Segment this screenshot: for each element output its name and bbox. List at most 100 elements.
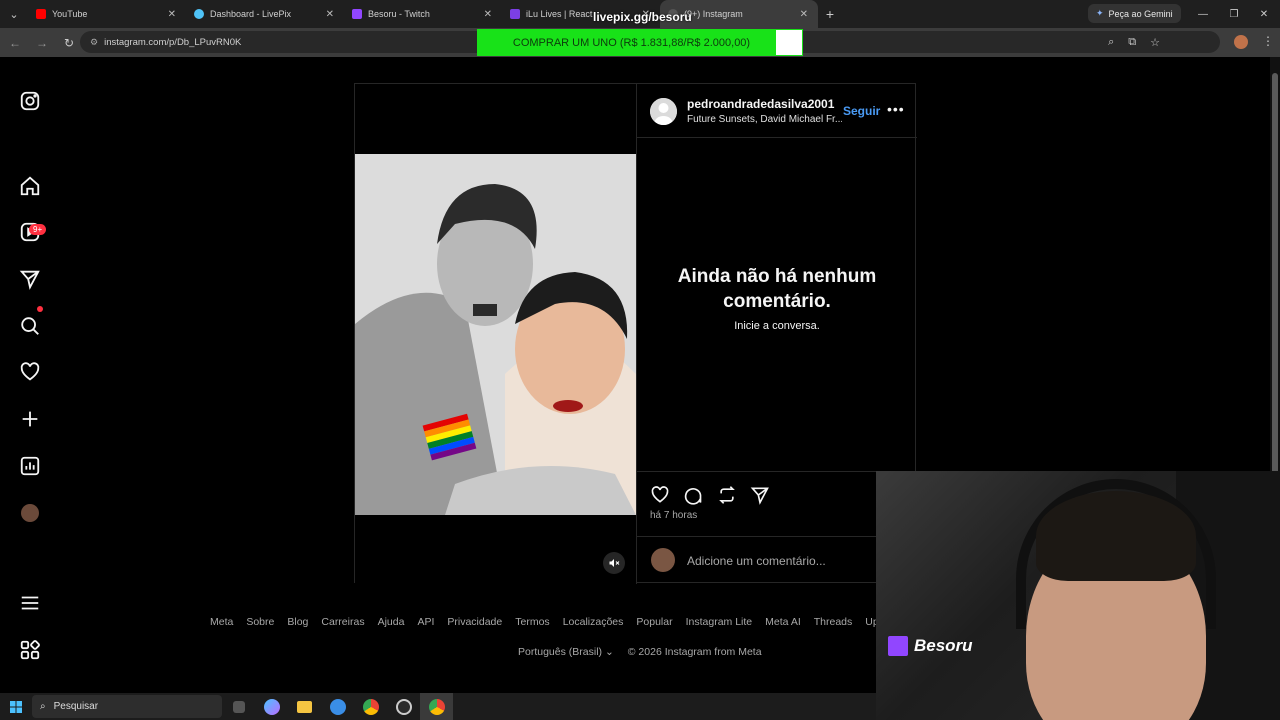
author-avatar[interactable] (650, 98, 677, 125)
site-settings-icon[interactable]: ⚙ (90, 37, 98, 48)
footer-link[interactable]: Blog (287, 616, 308, 628)
zoom-icon[interactable]: ⌕ (1108, 36, 1114, 49)
footer-link[interactable]: Localizações (563, 616, 624, 628)
streamer-tag: Besoru (888, 636, 973, 656)
twitch-logo-icon (888, 636, 908, 656)
footer-link[interactable]: Ajuda (378, 616, 405, 628)
livepix-favicon-icon (194, 9, 204, 19)
back-arrow-icon[interactable]: ← (3, 31, 27, 55)
author-username[interactable]: pedroandradedasilva2001 (687, 97, 834, 111)
windows-start-icon[interactable] (0, 693, 32, 720)
footer-link[interactable]: Popular (636, 616, 672, 628)
instagram-sidebar (0, 57, 60, 693)
browser-profile-avatar[interactable] (1234, 35, 1248, 49)
gemini-button[interactable]: ✦ Peça ao Gemini (1088, 4, 1181, 23)
messages-icon[interactable] (17, 266, 43, 292)
close-window-icon[interactable]: ✕ (1249, 0, 1279, 28)
language-selector[interactable]: Português (Brasil) ⌄ (518, 646, 614, 658)
goal-progress-box (776, 30, 802, 55)
repost-icon[interactable] (716, 484, 738, 506)
home-icon[interactable] (17, 173, 43, 199)
chrome-active-icon[interactable] (420, 693, 453, 720)
messages-badge: 9+ (29, 224, 47, 235)
tab-livepix[interactable]: Dashboard - LivePix ✕ (186, 0, 344, 28)
post-header: pedroandradedasilva2001 Future Sunsets, … (637, 84, 917, 138)
task-view-icon[interactable] (222, 693, 255, 720)
language-label: Português (Brasil) (518, 646, 603, 658)
post-sidepane: pedroandradedasilva2001 Future Sunsets, … (636, 84, 917, 585)
chrome-icon[interactable] (354, 693, 387, 720)
comment-bubble-icon[interactable] (682, 484, 704, 506)
install-app-icon[interactable]: ⧉ (1128, 36, 1136, 49)
footer-link[interactable]: Instagram Lite (686, 616, 753, 628)
tab-close-icon[interactable]: ✕ (484, 9, 492, 20)
tab-label: Dashboard - LivePix (210, 9, 292, 19)
minimize-icon[interactable]: — (1188, 0, 1218, 28)
tab-youtube[interactable]: YouTube ✕ (28, 0, 186, 28)
new-tab-plus-icon[interactable]: + (818, 6, 842, 22)
file-explorer-icon[interactable] (288, 693, 321, 720)
like-heart-icon[interactable] (649, 484, 671, 506)
taskbar-search-placeholder: Pesquisar (53, 701, 99, 712)
footer-link[interactable]: API (417, 616, 434, 628)
profile-avatar[interactable] (21, 504, 39, 522)
chevron-down-icon: ⌄ (604, 646, 614, 658)
notification-dot (37, 306, 43, 312)
tab-close-icon[interactable]: ✕ (326, 9, 334, 20)
footer-link[interactable]: Termos (515, 616, 549, 628)
tab-label: YouTube (52, 9, 88, 19)
search-icon: ⌕ (40, 701, 46, 712)
forward-arrow-icon[interactable]: → (30, 31, 54, 55)
tab-twitch[interactable]: Besoru - Twitch ✕ (344, 0, 502, 28)
app-icon-1[interactable] (321, 693, 354, 720)
ilu-favicon-icon (510, 9, 520, 19)
footer-link[interactable]: Privacidade (447, 616, 502, 628)
footer-link[interactable]: Carreiras (321, 616, 364, 628)
url-text: instagram.com/p/Db_LPuvRN0K (104, 36, 242, 48)
browser-menu-icon[interactable]: ⋮ (1262, 34, 1274, 48)
bookmark-star-icon[interactable]: ☆ (1150, 36, 1160, 49)
scrollbar-thumb[interactable] (1272, 73, 1278, 525)
taskbar-search[interactable]: ⌕ Pesquisar (32, 695, 222, 718)
create-plus-icon[interactable] (17, 406, 43, 432)
footer-link[interactable]: Threads (814, 616, 853, 628)
viewer-avatar (651, 548, 675, 572)
tab-close-icon[interactable]: ✕ (168, 9, 176, 20)
notifications-heart-icon[interactable] (17, 359, 43, 385)
footer-link[interactable]: Sobre (246, 616, 274, 628)
dashboard-icon[interactable] (17, 453, 43, 479)
no-comments-subtitle: Inicie a conversa. (734, 320, 820, 332)
more-options-icon[interactable]: ••• (887, 101, 905, 117)
footer-links: Meta Sobre Blog Carreiras Ajuda API Priv… (210, 616, 913, 628)
gemini-label: Peça ao Gemini (1108, 8, 1173, 19)
also-from-meta-icon[interactable] (17, 637, 43, 663)
copilot-icon[interactable] (255, 693, 288, 720)
footer-link[interactable]: Meta AI (765, 616, 801, 628)
post-video-frame[interactable] (355, 154, 636, 515)
add-comment-row: Adicione um comentário... (637, 536, 917, 585)
tab-close-icon[interactable]: ✕ (800, 9, 808, 20)
mute-toggle-icon[interactable] (603, 552, 625, 574)
reload-icon[interactable]: ↻ (57, 31, 81, 55)
tab-search-chevron-icon[interactable]: ⌄ (0, 0, 28, 28)
add-comment-input[interactable]: Adicione um comentário... (687, 554, 826, 568)
tab-label: (9+) Instagram (684, 9, 743, 19)
search-icon[interactable] (17, 313, 43, 339)
buy-goal-banner: COMPRAR UM UNO (R$ 1.831,88/R$ 2.000,00) (477, 29, 803, 56)
more-menu-icon[interactable] (17, 590, 43, 616)
buy-goal-text: COMPRAR UM UNO (R$ 1.831,88/R$ 2.000,00) (512, 36, 751, 49)
share-send-icon[interactable] (749, 484, 771, 506)
post-modal: pedroandradedasilva2001 Future Sunsets, … (354, 83, 917, 585)
webcam-overlay: Besoru (876, 471, 1280, 720)
restore-icon[interactable]: ❐ (1219, 0, 1249, 28)
instagram-logo-icon[interactable] (17, 88, 43, 114)
post-media[interactable] (355, 84, 636, 584)
webcam-hair (1036, 491, 1196, 581)
audio-track-link[interactable]: Future Sunsets, David Michael Fr... (687, 114, 842, 125)
follow-button[interactable]: Seguir (843, 104, 880, 118)
youtube-favicon-icon (36, 9, 46, 19)
obs-icon[interactable] (387, 693, 420, 720)
gemini-sparkle-icon: ✦ (1096, 8, 1104, 18)
footer-link[interactable]: Meta (210, 616, 233, 628)
twitch-favicon-icon (352, 9, 362, 19)
